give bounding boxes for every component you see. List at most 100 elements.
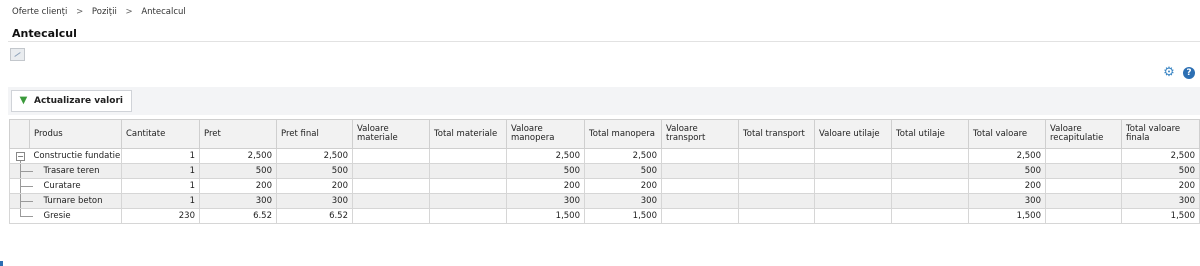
cell: 1,500 bbox=[584, 208, 662, 224]
cell bbox=[814, 178, 892, 194]
column-header[interactable]: Cantitate bbox=[121, 119, 200, 149]
cell: 200 bbox=[968, 178, 1046, 194]
cell bbox=[352, 193, 430, 209]
tree-cell bbox=[9, 193, 33, 209]
tree-branch bbox=[20, 201, 33, 202]
table-row[interactable]: Gresie 230 6.52 6.52 1,500 1,500 1,500 1… bbox=[9, 208, 1200, 224]
cell: 1 bbox=[121, 178, 200, 194]
cell bbox=[891, 193, 969, 209]
update-values-button[interactable]: ▼ Actualizare valori bbox=[11, 90, 132, 112]
cell: 300 bbox=[506, 193, 585, 209]
cell bbox=[661, 148, 739, 164]
cell: 6.52 bbox=[276, 208, 353, 224]
cell: 200 bbox=[584, 178, 662, 194]
cell bbox=[1045, 148, 1122, 164]
table-row[interactable]: Turnare beton 1 300 300 300 300 300 300 bbox=[9, 193, 1200, 209]
breadcrumb: Oferte clienți > Poziții > Antecalcul bbox=[12, 7, 186, 17]
tree-toggle-cell[interactable]: − bbox=[9, 148, 30, 164]
cell bbox=[661, 178, 739, 194]
table-row[interactable]: − Constructie fundatie 1 2,500 2,500 2,5… bbox=[9, 148, 1200, 164]
cell bbox=[738, 178, 815, 194]
column-header[interactable]: Pret final bbox=[276, 119, 353, 149]
cell bbox=[891, 178, 969, 194]
cell: 2,500 bbox=[584, 148, 662, 164]
collapse-icon[interactable]: − bbox=[16, 152, 25, 161]
cell bbox=[891, 163, 969, 179]
cell: 500 bbox=[1121, 163, 1200, 179]
cell bbox=[352, 178, 430, 194]
cell bbox=[661, 163, 739, 179]
column-header[interactable]: Total manopera bbox=[584, 119, 662, 149]
cell bbox=[352, 163, 430, 179]
breadcrumb-current: Antecalcul bbox=[141, 7, 186, 17]
column-header[interactable]: Valoare manopera bbox=[506, 119, 585, 149]
cell: 2,500 bbox=[506, 148, 585, 164]
table-row[interactable]: Trasare teren 1 500 500 500 500 500 500 bbox=[9, 163, 1200, 179]
cell-produs: Constructie fundatie bbox=[29, 148, 122, 164]
cell: 500 bbox=[968, 163, 1046, 179]
cell bbox=[1045, 178, 1122, 194]
table-row[interactable]: Curatare 1 200 200 200 200 200 200 bbox=[9, 178, 1200, 194]
cell-produs: Turnare beton bbox=[29, 193, 122, 209]
cell: 300 bbox=[584, 193, 662, 209]
tree-branch bbox=[20, 171, 33, 172]
toolbar bbox=[8, 87, 1200, 115]
cell: 500 bbox=[199, 163, 277, 179]
table-header-row: Produs Cantitate Pret Pret final Valoare… bbox=[9, 119, 1200, 149]
cell: 1 bbox=[121, 163, 200, 179]
refresh-icon: ▼ bbox=[19, 95, 28, 106]
cell bbox=[661, 208, 739, 224]
cell: 2,500 bbox=[276, 148, 353, 164]
help-icon[interactable]: ? bbox=[1183, 67, 1195, 79]
title-divider bbox=[8, 41, 1200, 42]
column-header[interactable]: Valoare recapitulatie bbox=[1045, 119, 1122, 149]
column-header[interactable]: Total utilaje bbox=[891, 119, 969, 149]
cell bbox=[891, 208, 969, 224]
cell: 1 bbox=[121, 193, 200, 209]
column-header[interactable]: Total transport bbox=[738, 119, 815, 149]
column-header[interactable]: Pret bbox=[199, 119, 277, 149]
column-header[interactable]: Total valoare bbox=[968, 119, 1046, 149]
cell bbox=[429, 148, 507, 164]
cell bbox=[1045, 163, 1122, 179]
cell bbox=[429, 163, 507, 179]
cell: 2,500 bbox=[968, 148, 1046, 164]
column-header[interactable]: Valoare materiale bbox=[352, 119, 430, 149]
tree-branch bbox=[20, 216, 33, 217]
cell: 200 bbox=[506, 178, 585, 194]
tree-cell bbox=[9, 208, 33, 224]
cell: 1,500 bbox=[968, 208, 1046, 224]
cell: 200 bbox=[276, 178, 353, 194]
cell: 500 bbox=[276, 163, 353, 179]
table-header-tree bbox=[9, 119, 30, 149]
column-header[interactable]: Total materiale bbox=[429, 119, 507, 149]
gear-icon[interactable]: ⚙ bbox=[1163, 66, 1175, 79]
column-header[interactable]: Valoare transport bbox=[661, 119, 739, 149]
cell bbox=[738, 148, 815, 164]
cell: 1 bbox=[121, 148, 200, 164]
cell bbox=[814, 193, 892, 209]
column-header[interactable]: Total valoare finala bbox=[1121, 119, 1200, 149]
calculation-table: Produs Cantitate Pret Pret final Valoare… bbox=[9, 119, 1200, 224]
tree-cell bbox=[9, 178, 33, 194]
column-header[interactable]: Produs bbox=[29, 119, 122, 149]
cell bbox=[352, 208, 430, 224]
cell bbox=[1045, 193, 1122, 209]
cell bbox=[814, 148, 892, 164]
cell: 300 bbox=[199, 193, 277, 209]
cell bbox=[738, 193, 815, 209]
cell bbox=[738, 163, 815, 179]
cell: 1,500 bbox=[506, 208, 585, 224]
side-panel-handle[interactable] bbox=[0, 261, 3, 266]
breadcrumb-link-pozitii[interactable]: Poziții bbox=[92, 7, 117, 17]
cell bbox=[738, 208, 815, 224]
cell bbox=[891, 148, 969, 164]
cell-produs: Curatare bbox=[29, 178, 122, 194]
edit-image-icon[interactable] bbox=[10, 48, 25, 61]
breadcrumb-link-oferte[interactable]: Oferte clienți bbox=[12, 7, 67, 17]
cell: 2,500 bbox=[199, 148, 277, 164]
update-values-label: Actualizare valori bbox=[34, 96, 123, 106]
tree-cell bbox=[9, 163, 33, 179]
cell: 6.52 bbox=[199, 208, 277, 224]
column-header[interactable]: Valoare utilaje bbox=[814, 119, 892, 149]
